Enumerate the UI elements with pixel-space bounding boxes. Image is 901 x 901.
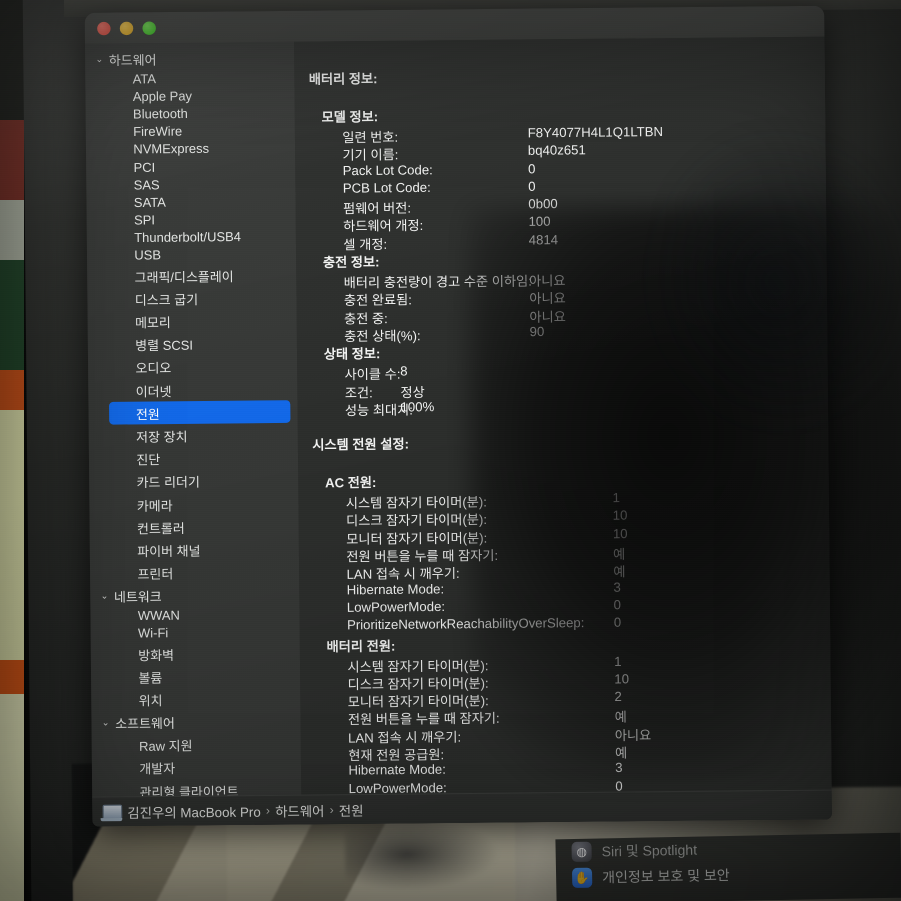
system-settings-window: ◍ Siri 및 Spotlight ✋ 개인정보 보호 및 보안	[555, 832, 901, 901]
breadcrumb-separator-1: ›	[265, 803, 271, 818]
sidebar-item-메모리[interactable]: 메모리	[88, 309, 297, 334]
info-value: 3	[615, 759, 623, 776]
chevron-down-icon[interactable]: ⌄	[101, 591, 114, 602]
sidebar-item-Wi-Fi[interactable]: Wi-Fi	[91, 624, 300, 644]
close-button-icon[interactable]	[97, 21, 111, 36]
settings-item-privacy-label: 개인정보 보호 및 보안	[601, 866, 730, 886]
sidebar-item-파이버 채널[interactable]: 파이버 채널	[90, 537, 299, 562]
content-pane: 배터리 정보: 모델 정보: 일련 번호: F8Y4077H4L1Q1LTBN 기기 이…	[294, 36, 832, 825]
sidebar-group-label: 소프트웨어	[115, 716, 175, 732]
info-key: LowPowerMode:	[346, 598, 446, 615]
sidebar-item-전원[interactable]: 전원	[109, 400, 291, 425]
sidebar-item-오디오[interactable]: 오디오	[88, 355, 297, 380]
sidebar-item-SAS[interactable]: SAS	[86, 175, 295, 195]
lcd-screen: MacBo ⌄하드웨어ATAApple PayBluetoothFireWire…	[22, 0, 901, 901]
info-value: 정상	[400, 384, 425, 400]
info-value: 4814	[528, 231, 559, 248]
sidebar-item-볼륨[interactable]: 볼륨	[91, 664, 300, 689]
sidebar[interactable]: ⌄ 하드웨어 ATA Apple Pay Bluetooth FireWire NVMExp…	[84, 41, 302, 827]
info-value: 0	[528, 178, 536, 194]
info-value: 10	[612, 525, 628, 542]
info-value: 0b00	[528, 195, 558, 212]
sidebar-item-USB[interactable]: USB	[87, 246, 296, 266]
sidebar-group-네트워크[interactable]: ⌄ 네트워크	[90, 583, 299, 608]
system-information-window: ⌄ 하드웨어 ATA Apple Pay Bluetooth FireWire NVMExp…	[84, 5, 832, 827]
breadcrumb-separator-2: ›	[329, 802, 334, 818]
info-key: PCB Lot Code:	[342, 179, 431, 196]
sidebar-item-FireWire[interactable]: FireWire	[86, 122, 295, 142]
info-key: 셀 개정:	[343, 236, 388, 253]
sidebar-group-label: 하드웨어	[108, 52, 157, 68]
privacy-hand-icon: ✋	[571, 867, 593, 889]
breadcrumb-level2[interactable]: 하드웨어	[275, 800, 324, 820]
sidebar-item-SPI[interactable]: SPI	[87, 210, 296, 230]
info-value: bq40z651	[527, 142, 586, 159]
sidebar-item-NVMExpress[interactable]: NVMExpress	[86, 139, 295, 159]
info-value: 0	[613, 614, 622, 631]
photo-of-laptop-screen: MacBo ⌄하드웨어ATAApple PayBluetoothFireWire…	[0, 0, 901, 901]
battery-info-heading: 배터리 정보:	[308, 70, 378, 87]
info-key: Hibernate Mode:	[348, 761, 446, 779]
sidebar-item-Thunderbolt/USB4[interactable]: Thunderbolt/USB4	[87, 228, 296, 248]
sidebar-item-디스크 굽기[interactable]: 디스크 굽기	[87, 286, 296, 311]
info-value: 8	[400, 363, 408, 379]
settings-item-privacy[interactable]: ✋ 개인정보 보호 및 보안	[556, 859, 901, 892]
sidebar-item-개발자[interactable]: 개발자	[92, 755, 301, 780]
info-key: 충전 상태(%):	[344, 327, 421, 345]
siri-icon: ◍	[571, 841, 592, 863]
info-value: 1	[612, 489, 620, 506]
sidebar-item-카드 리더기[interactable]: 카드 리더기	[89, 469, 298, 494]
sidebar-group-소프트웨어[interactable]: ⌄ 소프트웨어	[91, 710, 300, 735]
sidebar-item-SATA[interactable]: SATA	[86, 192, 295, 212]
info-value: 예	[613, 546, 626, 562]
info-value: 예	[614, 709, 627, 726]
info-value: 100%	[400, 398, 435, 415]
chevron-down-icon[interactable]: ⌄	[102, 717, 115, 728]
system-power-heading: 시스템 전원 설정:	[312, 436, 410, 453]
info-value: 90	[529, 323, 545, 340]
sidebar-item-컨트롤러[interactable]: 컨트롤러	[90, 515, 299, 540]
sidebar-item-프린터[interactable]: 프린터	[90, 560, 299, 585]
macbook-icon	[102, 804, 123, 820]
sidebar-item-카메라[interactable]: 카메라	[89, 492, 298, 517]
info-value: 예	[613, 564, 626, 580]
sidebar-item-WWAN[interactable]: WWAN	[90, 606, 299, 626]
sidebar-group-하드웨어[interactable]: ⌄ 하드웨어	[85, 46, 294, 71]
sidebar-item-PCI[interactable]: PCI	[86, 157, 295, 177]
info-value: 2	[614, 688, 622, 705]
info-value: 1	[614, 653, 622, 669]
info-key: Pack Lot Code:	[342, 161, 433, 178]
info-key: PrioritizeNetworkReachabilityOverSleep:	[346, 614, 585, 633]
sidebar-item-그래픽/디스플레이[interactable]: 그래픽/디스플레이	[87, 263, 296, 288]
info-value: 0	[613, 596, 622, 613]
sidebar-item-진단[interactable]: 진단	[89, 446, 298, 471]
info-value: 10	[612, 507, 628, 524]
sidebar-item-Bluetooth[interactable]: Bluetooth	[86, 104, 295, 124]
sidebar-group-label: 네트워크	[113, 590, 162, 606]
info-value: 3	[613, 578, 621, 595]
breadcrumb-device[interactable]: 김진우의 MacBook Pro	[127, 801, 261, 822]
info-value: 100	[528, 213, 551, 230]
info-value: 10	[614, 670, 630, 687]
info-value: 예	[614, 745, 628, 761]
sidebar-item-병렬 SCSI[interactable]: 병렬 SCSI	[88, 332, 297, 357]
sidebar-item-Raw 지원[interactable]: Raw 지원	[92, 732, 301, 757]
minimize-button-icon[interactable]	[119, 21, 134, 36]
settings-item-siri-label: Siri 및 Spotlight	[601, 841, 698, 860]
zoom-button-icon[interactable]	[142, 21, 156, 35]
sidebar-item-ATA[interactable]: ATA	[85, 68, 294, 88]
breadcrumb-level3[interactable]: 전원	[339, 800, 364, 820]
sidebar-item-위치[interactable]: 위치	[91, 687, 300, 712]
chevron-down-icon[interactable]: ⌄	[95, 53, 108, 64]
sidebar-item-이더넷[interactable]: 이더넷	[88, 377, 297, 402]
info-value: 0	[527, 160, 536, 177]
sidebar-item-Apple Pay[interactable]: Apple Pay	[85, 86, 294, 106]
info-value: F8Y4077H4L1Q1LTBN	[527, 123, 664, 141]
sidebar-item-방화벽[interactable]: 방화벽	[91, 641, 300, 666]
sidebar-item-저장 장치[interactable]: 저장 장치	[89, 423, 298, 448]
info-key: Hibernate Mode:	[346, 580, 445, 598]
